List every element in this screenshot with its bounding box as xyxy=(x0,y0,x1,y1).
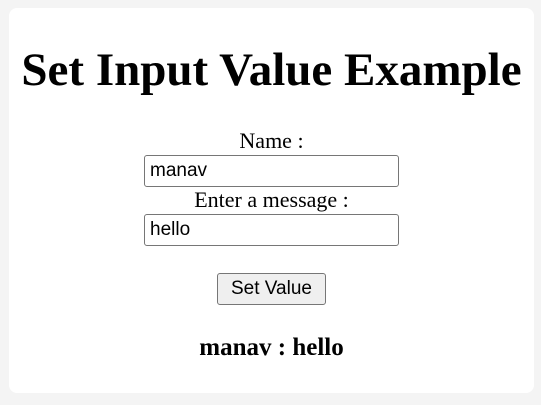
main-card: Set Input Value Example Name : Enter a m… xyxy=(9,8,534,393)
page-title: Set Input Value Example xyxy=(21,44,522,96)
result-text: manav : hello xyxy=(199,334,344,361)
name-label: Name : xyxy=(239,128,304,153)
message-input[interactable] xyxy=(144,214,399,246)
name-input[interactable] xyxy=(144,155,399,187)
set-value-button[interactable]: Set Value xyxy=(217,273,326,305)
message-label: Enter a message : xyxy=(194,187,349,212)
